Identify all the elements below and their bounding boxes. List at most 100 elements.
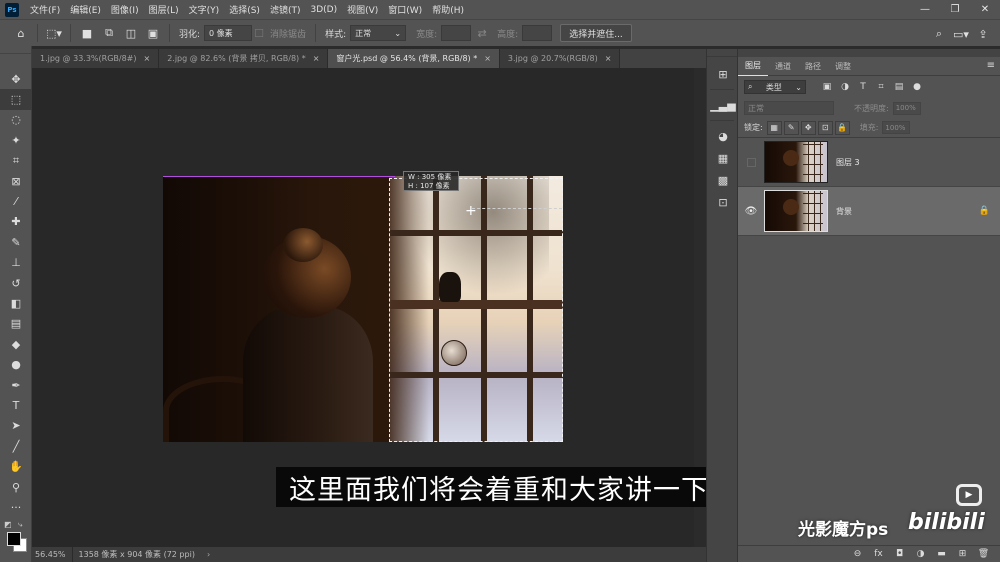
menu-image[interactable]: 图像(I) [106,3,144,16]
color-icon[interactable]: ◕ [707,125,739,147]
rectangular-marquee-tool-icon[interactable]: ⬚ [0,89,32,110]
workspace-icon[interactable]: ▭▾ [950,24,972,44]
layer-row-background[interactable]: 👁 背景 🔒 [738,187,1000,236]
line-tool-icon[interactable]: ╱ [0,436,32,456]
filter-toggle-icon[interactable]: ● [908,82,926,92]
move-tool-icon[interactable]: ✥ [0,69,32,89]
properties-icon[interactable]: ⊞ [707,63,739,85]
layer-row-layer-3[interactable]: 图层 3 [738,138,1000,187]
menu-filter[interactable]: 滤镜(T) [265,3,306,16]
filter-adjustment-icon[interactable]: ◑ [836,82,854,92]
add-mask-icon[interactable]: ◘ [889,549,910,559]
lock-transparency-icon[interactable]: ▦ [766,120,782,135]
gradients-icon[interactable]: ▩ [707,169,739,191]
menu-layer[interactable]: 图层(L) [144,3,184,16]
swap-colors-icon[interactable]: ⤷ [18,520,22,530]
menu-edit[interactable]: 编辑(E) [65,3,106,16]
home-icon[interactable]: ⌂ [10,23,32,43]
lock-artboard-icon[interactable]: ⊡ [817,120,833,135]
tab-document-3[interactable]: 3.jpg @ 20.7%(RGB/8) × [499,49,621,68]
adjustment-layer-icon[interactable]: ◑ [910,549,931,559]
pen-tool-icon[interactable]: ✒ [0,375,32,395]
menu-3d[interactable]: 3D(D) [305,5,342,15]
layer-filter-select[interactable]: ⌕ 类型 ⌄ [744,80,806,94]
filter-type-icon[interactable]: T [854,82,872,92]
width-input[interactable] [441,25,472,41]
history-brush-tool-icon[interactable]: ↺ [0,273,32,293]
foreground-color-swatch[interactable] [7,532,21,546]
menu-file[interactable]: 文件(F) [25,3,65,16]
delete-layer-icon[interactable]: 🗑 [973,549,994,559]
marquee-preset-icon[interactable]: ⬚▾ [43,23,65,43]
add-selection-icon[interactable]: ⧉ [98,23,120,43]
new-selection-icon[interactable]: ■ [76,23,98,43]
tab-document-1[interactable]: 1.jpg @ 33.3%(RGB/8#) × [32,49,160,68]
filter-pixel-icon[interactable]: ▣ [818,82,836,92]
close-tab-icon[interactable]: × [484,54,491,63]
zoom-tool-icon[interactable]: ⚲ [0,477,32,497]
menu-select[interactable]: 选择(S) [224,3,265,16]
swap-icon[interactable]: ⇄ [471,23,493,43]
zoom-level[interactable]: 56.45% [32,547,73,562]
layer-name[interactable]: 图层 3 [836,157,860,168]
style-select[interactable]: 正常 ⌄ [350,25,407,41]
feather-input[interactable]: 0 像素 [204,25,253,41]
layer-name[interactable]: 背景 [836,206,852,217]
visibility-toggle[interactable] [738,157,764,167]
eye-icon[interactable]: 👁 [738,206,764,217]
search-icon[interactable]: ⌕ [928,24,950,44]
new-group-icon[interactable]: ▬ [931,549,952,559]
more-tools-icon[interactable]: ··· [0,497,32,517]
blur-tool-icon[interactable]: ◆ [0,334,32,354]
new-layer-icon[interactable]: ⊞ [952,549,973,559]
frame-tool-icon[interactable]: ⊠ [0,171,32,191]
menu-type[interactable]: 文字(Y) [184,3,225,16]
share-icon[interactable]: ⇪ [972,24,994,44]
filter-shape-icon[interactable]: ⌗ [872,82,890,92]
height-input[interactable] [522,25,553,41]
close-tab-icon[interactable]: × [605,54,612,63]
menu-window[interactable]: 窗口(W) [383,3,427,16]
link-layers-icon[interactable]: ⊖ [847,549,868,559]
menu-help[interactable]: 帮助(H) [427,3,469,16]
tab-document-window-light[interactable]: 窗户光.psd @ 56.4% (背景, RGB/8) * × [328,49,500,68]
lock-all-icon[interactable]: 🔒 [834,120,850,135]
tab-paths[interactable]: 路径 [798,57,828,76]
healing-brush-tool-icon[interactable]: ✚ [0,212,32,232]
clone-stamp-tool-icon[interactable]: ⊥ [0,253,32,273]
close-tab-icon[interactable]: × [313,54,320,63]
type-tool-icon[interactable]: T [0,395,32,415]
close-tab-icon[interactable]: × [144,54,151,63]
status-menu-arrow[interactable]: › [207,550,210,559]
eraser-tool-icon[interactable]: ◧ [0,293,32,313]
default-colors-icon[interactable]: ◩ [4,520,12,529]
select-and-mask-button[interactable]: 选择并遮住... [560,24,632,42]
antialias-checkbox-icon[interactable]: ☐ [252,23,266,43]
menu-view[interactable]: 视图(V) [342,3,383,16]
opacity-input[interactable]: 100% [892,101,921,115]
swatches-icon[interactable]: ▦ [707,147,739,169]
blend-mode-select[interactable]: 正常 [744,101,834,115]
patterns-icon[interactable]: ⊡ [707,191,739,213]
tab-document-2[interactable]: 2.jpg @ 82.6% (背景 拷贝, RGB/8) * × [159,49,329,68]
hand-tool-icon[interactable]: ✋ [0,456,32,476]
minimize-button[interactable]: — [910,0,940,19]
histogram-icon[interactable]: ▁▃▅ [707,94,739,116]
brush-tool-icon[interactable]: ✎ [0,232,32,252]
filter-smart-object-icon[interactable]: ▤ [890,82,908,92]
dodge-tool-icon[interactable]: ● [0,354,32,374]
magic-wand-tool-icon[interactable]: ✦ [0,130,32,150]
crop-tool-icon[interactable]: ⌗ [0,151,32,171]
subtract-selection-icon[interactable]: ◫ [120,23,142,43]
gradient-tool-icon[interactable]: ▤ [0,314,32,334]
tab-channels[interactable]: 通道 [768,57,798,76]
tab-adjustments[interactable]: 调整 [828,57,858,76]
tab-layers[interactable]: 图层 [738,56,768,76]
restore-button[interactable]: ❐ [940,0,970,19]
intersect-selection-icon[interactable]: ▣ [142,23,164,43]
lock-position-icon[interactable]: ✥ [800,120,816,135]
fill-input[interactable]: 100% [882,121,911,134]
lock-pixels-icon[interactable]: ✎ [783,120,799,135]
panel-menu-icon[interactable]: ≡ [987,60,995,71]
lasso-tool-icon[interactable]: ◌ [0,110,32,130]
